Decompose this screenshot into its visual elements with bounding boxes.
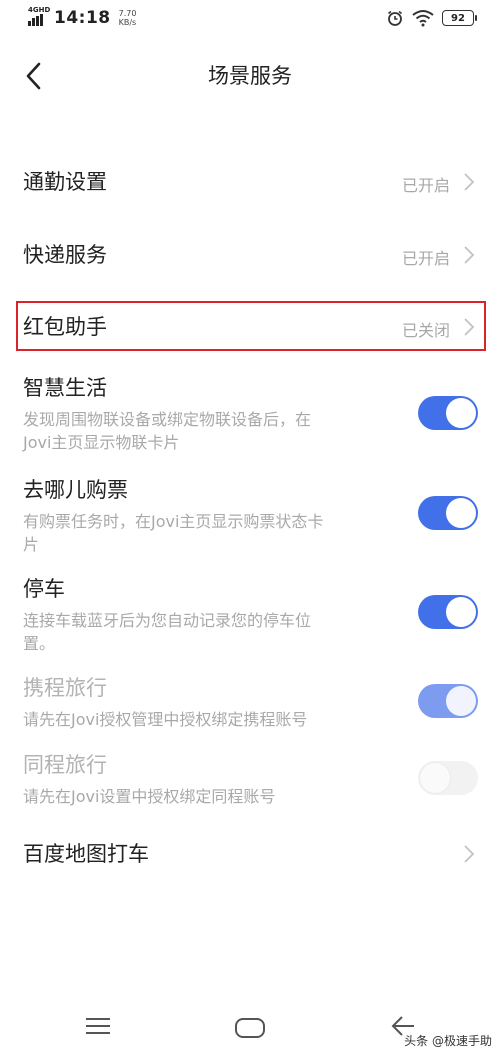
app-header: 场景服务 xyxy=(0,48,500,104)
tongcheng-toggle xyxy=(418,761,478,795)
network-type: 4GHD xyxy=(28,6,51,14)
row-description: 连接车载蓝牙后为您自动记录您的停车位 置。 xyxy=(23,609,393,655)
system-nav-bar: 头条 @极速手助 xyxy=(0,1000,500,1056)
row-commute-settings[interactable]: 通勤设置 已开启 xyxy=(0,160,500,204)
toggle-knob xyxy=(420,763,450,793)
row-express-service[interactable]: 快递服务 已开启 xyxy=(0,233,500,277)
row-label: 智慧生活 xyxy=(23,376,107,400)
row-status: 已开启 xyxy=(401,176,450,195)
description-line: 请先在Jovi设置中授权绑定同程账号 xyxy=(23,787,276,806)
description-line: Jovi主页显示物联卡片 xyxy=(23,433,180,452)
status-right: 92 xyxy=(386,9,477,27)
row-description: 请先在Jovi授权管理中授权绑定携程账号 xyxy=(23,708,393,731)
chevron-right-icon xyxy=(464,173,475,191)
row-baidu-maps-taxi[interactable]: 百度地图打车 xyxy=(0,832,500,876)
toggle-knob xyxy=(446,498,476,528)
row-label: 通勤设置 xyxy=(23,170,107,194)
menu-icon[interactable] xyxy=(86,1018,110,1034)
toggle-knob xyxy=(446,686,476,716)
smart-life-toggle[interactable] xyxy=(418,396,478,430)
signal-icon: 4GHD xyxy=(28,6,51,28)
ctrip-toggle xyxy=(418,684,478,718)
row-label: 红包助手 xyxy=(23,315,107,339)
row-ctrip-travel: 携程旅行 请先在Jovi授权管理中授权绑定携程账号 xyxy=(0,672,500,736)
row-label: 百度地图打车 xyxy=(23,842,149,866)
row-label: 携程旅行 xyxy=(23,676,107,700)
chevron-right-icon xyxy=(464,246,475,264)
chevron-right-icon xyxy=(464,318,475,336)
toggle-knob xyxy=(446,597,476,627)
row-tongcheng-travel: 同程旅行 请先在Jovi设置中授权绑定同程账号 xyxy=(0,749,500,813)
description-line: 有购票任务时，在Jovi主页显示购票状态卡 xyxy=(23,512,324,531)
chevron-right-icon xyxy=(464,845,475,863)
row-label: 快递服务 xyxy=(23,243,107,267)
watermark: 头条 @极速手助 xyxy=(404,1034,492,1048)
row-description: 请先在Jovi设置中授权绑定同程账号 xyxy=(23,785,393,808)
row-qunar-tickets: 去哪儿购票 有购票任务时，在Jovi主页显示购票状态卡 片 xyxy=(0,474,500,564)
wifi-icon xyxy=(412,10,434,27)
toggle-knob xyxy=(446,398,476,428)
description-line: 片 xyxy=(23,535,40,554)
net-speed: 7.70 KB/s xyxy=(119,9,137,27)
status-left: 4GHD 14:18 7.70 KB/s xyxy=(28,6,137,28)
row-description: 有购票任务时，在Jovi主页显示购票状态卡 片 xyxy=(23,510,393,556)
home-button[interactable] xyxy=(235,1018,265,1038)
row-status: 已关闭 xyxy=(401,321,450,340)
row-red-packet-assistant[interactable]: 红包助手 已关闭 xyxy=(0,305,500,349)
clock: 14:18 xyxy=(54,8,111,28)
battery-icon: 92 xyxy=(442,10,477,26)
net-speed-value: 7.70 xyxy=(118,9,137,18)
net-speed-unit: KB/s xyxy=(118,18,137,27)
description-line: 连接车载蓝牙后为您自动记录您的停车位 xyxy=(23,611,312,630)
row-description: 发现周围物联设备或绑定物联设备后，在 Jovi主页显示物联卡片 xyxy=(23,408,393,454)
page-title: 场景服务 xyxy=(208,64,292,88)
row-parking: 停车 连接车载蓝牙后为您自动记录您的停车位 置。 xyxy=(0,573,500,663)
status-bar: 4GHD 14:18 7.70 KB/s 92 xyxy=(0,0,500,40)
row-label: 去哪儿购票 xyxy=(23,478,128,502)
row-label: 同程旅行 xyxy=(23,753,107,777)
row-label: 停车 xyxy=(23,577,65,601)
description-line: 置。 xyxy=(23,634,56,653)
description-line: 请先在Jovi授权管理中授权绑定携程账号 xyxy=(23,710,308,729)
description-line: 发现周围物联设备或绑定物联设备后，在 xyxy=(23,410,312,429)
alarm-icon xyxy=(388,10,402,26)
row-smart-life: 智慧生活 发现周围物联设备或绑定物联设备后，在 Jovi主页显示物联卡片 xyxy=(0,372,500,462)
qunar-toggle[interactable] xyxy=(418,496,478,530)
row-status: 已开启 xyxy=(401,249,450,268)
parking-toggle[interactable] xyxy=(418,595,478,629)
